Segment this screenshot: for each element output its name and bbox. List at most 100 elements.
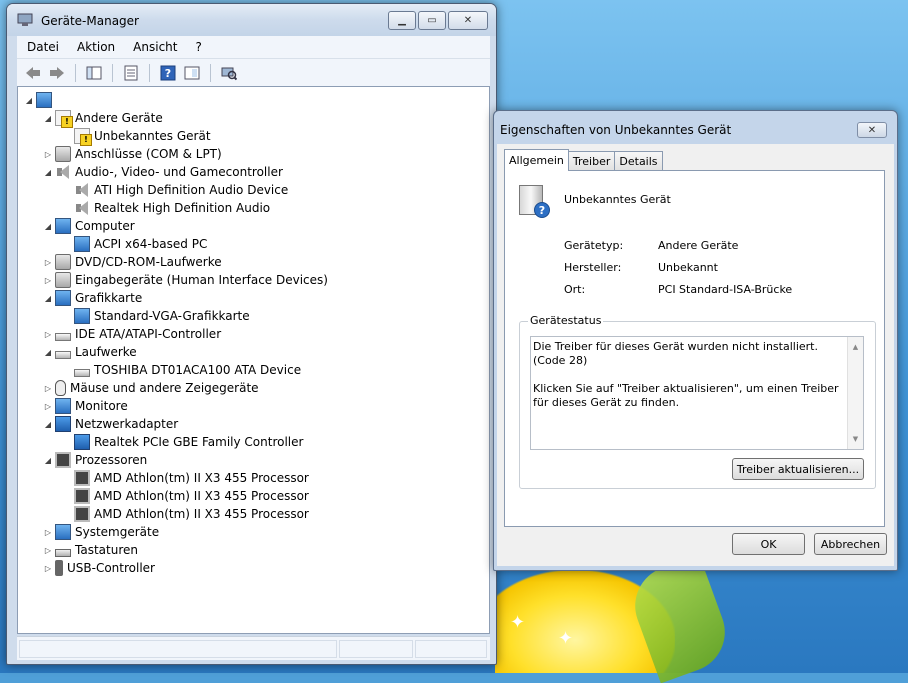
properties-button[interactable] [121, 63, 141, 83]
tree-label: Laufwerke [75, 345, 137, 359]
menu-view[interactable]: Ansicht [123, 40, 185, 54]
tree-device[interactable]: Unbekanntes Gerät [62, 127, 211, 146]
tree-label: Audio-, Video- und Gamecontroller [75, 165, 283, 179]
tree-category[interactable]: ▷ Mäuse und andere Zeigegeräte [43, 379, 259, 397]
collapse-arrow-icon[interactable]: ◢ [43, 163, 53, 181]
tree-label: USB-Controller [67, 561, 155, 575]
tree-category[interactable]: ◢ Netzwerkadapter [43, 415, 178, 433]
back-button[interactable] [23, 63, 43, 83]
tree-label: Realtek High Definition Audio [94, 201, 271, 215]
view-button[interactable] [182, 63, 202, 83]
expand-arrow-icon[interactable]: ▷ [43, 397, 53, 415]
expand-arrow-icon[interactable]: ▷ [43, 325, 53, 343]
tree-category[interactable]: ▷ Monitore [43, 397, 128, 415]
scan-hardware-icon [221, 67, 237, 80]
keyboard-icon [55, 548, 71, 557]
tree-category[interactable]: ◢ Prozessoren [43, 451, 147, 469]
collapse-arrow-icon[interactable]: ◢ [24, 91, 34, 109]
device-status-group: Gerätestatus Die Treiber für dieses Gerä… [519, 314, 876, 489]
tree-category[interactable]: ◢ Andere Geräte [43, 109, 163, 128]
status-cell [339, 640, 413, 658]
tree-category[interactable]: ▷ Tastaturen [43, 541, 138, 559]
maximize-button[interactable]: ▭ [418, 11, 446, 30]
tree-device[interactable]: Standard-VGA-Grafikkarte [62, 307, 250, 325]
tree-device[interactable]: Realtek PCIe GBE Family Controller [62, 433, 303, 451]
tree-category[interactable]: ◢ Audio-, Video- und Gamecontroller [43, 163, 283, 181]
tree-category[interactable]: ▷ Eingabegeräte (Human Interface Devices) [43, 271, 328, 289]
dialog-close-button[interactable]: ✕ [857, 122, 887, 138]
mouse-icon [55, 380, 66, 396]
tree-category[interactable]: ▷ USB-Controller [43, 559, 155, 577]
tree-device[interactable]: AMD Athlon(tm) II X3 455 Processor [62, 505, 309, 523]
expand-arrow-icon[interactable]: ▷ [43, 379, 53, 397]
menu-action[interactable]: Aktion [67, 40, 123, 54]
collapse-arrow-icon[interactable]: ◢ [43, 415, 53, 433]
collapse-arrow-icon[interactable]: ◢ [43, 217, 53, 235]
collapse-arrow-icon[interactable]: ◢ [43, 343, 53, 361]
menu-help[interactable]: ? [185, 40, 209, 54]
help-button[interactable]: ? [158, 63, 178, 83]
expand-arrow-icon[interactable]: ▷ [43, 145, 53, 163]
title-bar[interactable]: Geräte-Manager ▁ ▭ ✕ [7, 4, 496, 36]
tree-label: Monitore [75, 399, 128, 413]
tree-label: ATI High Definition Audio Device [94, 183, 289, 197]
tab-details[interactable]: Details [614, 151, 663, 171]
tree-root[interactable]: ◢ [24, 91, 56, 109]
tree-label: Andere Geräte [75, 111, 163, 125]
collapse-arrow-icon[interactable]: ◢ [43, 289, 53, 307]
minimize-button[interactable]: ▁ [388, 11, 416, 30]
manufacturer-label: Hersteller: [564, 261, 622, 274]
expand-arrow-icon[interactable]: ▷ [43, 253, 53, 271]
device-tree[interactable]: ◢ ◢ Andere Geräte Unbekanntes Gerät ▷ Anschlü… [17, 86, 490, 634]
cancel-button[interactable]: Abbrechen [814, 533, 887, 555]
tree-device[interactable]: ACPI x64-based PC [62, 235, 207, 253]
tree-category[interactable]: ◢ Laufwerke [43, 343, 137, 361]
collapse-arrow-icon[interactable]: ◢ [43, 109, 53, 127]
speaker-icon [55, 164, 71, 180]
tree-label: Prozessoren [75, 453, 148, 467]
computer-root-icon [36, 92, 52, 108]
tree-label: TOSHIBA DT01ACA100 ATA Device [94, 363, 302, 377]
tab-driver[interactable]: Treiber [567, 151, 616, 171]
scan-hardware-button[interactable] [219, 63, 239, 83]
svg-text:?: ? [165, 67, 171, 80]
tree-device[interactable]: ATI High Definition Audio Device [62, 181, 288, 199]
close-icon: ✕ [867, 124, 877, 136]
tree-category[interactable]: ◢ Computer [43, 217, 135, 235]
tree-device[interactable]: AMD Athlon(tm) II X3 455 Processor [62, 469, 309, 487]
show-hide-tree-button[interactable] [84, 63, 104, 83]
expand-arrow-icon[interactable]: ▷ [43, 523, 53, 541]
ok-button[interactable]: OK [732, 533, 805, 555]
collapse-arrow-icon[interactable]: ◢ [43, 451, 53, 469]
toolbar-separator [75, 63, 76, 82]
device-status-textbox[interactable]: Die Treiber für dieses Gerät wurden nich… [530, 336, 864, 450]
expand-arrow-icon[interactable]: ▷ [43, 271, 53, 289]
close-icon: ✕ [463, 15, 473, 26]
status-scrollbar[interactable]: ▲ ▼ [847, 337, 863, 449]
forward-button[interactable] [47, 63, 67, 83]
warning-device-icon [74, 128, 92, 146]
tab-general[interactable]: Allgemein [504, 149, 569, 171]
expand-arrow-icon[interactable]: ▷ [43, 541, 53, 559]
close-button[interactable]: ✕ [448, 11, 488, 30]
tree-device[interactable]: AMD Athlon(tm) II X3 455 Processor [62, 487, 309, 505]
tree-category[interactable]: ◢ Grafikkarte [43, 289, 142, 307]
tree-device[interactable]: TOSHIBA DT01ACA100 ATA Device [62, 361, 301, 379]
tree-label: AMD Athlon(tm) II X3 455 Processor [94, 471, 309, 485]
tree-label: IDE ATA/ATAPI-Controller [75, 327, 222, 341]
tree-category[interactable]: ▷ IDE ATA/ATAPI-Controller [43, 325, 221, 343]
tree-category[interactable]: ▷ Systemgeräte [43, 523, 159, 541]
location-label: Ort: [564, 283, 586, 296]
tree-category[interactable]: ▷ Anschlüsse (COM & LPT) [43, 145, 222, 163]
computer-icon [55, 218, 71, 234]
menu-file[interactable]: Datei [17, 40, 67, 54]
tree-category[interactable]: ▷ DVD/CD-ROM-Laufwerke [43, 253, 222, 271]
tree-device[interactable]: Realtek High Definition Audio [62, 199, 270, 217]
toolbar-separator [112, 63, 113, 82]
expand-arrow-icon[interactable]: ▷ [43, 559, 53, 577]
update-driver-button[interactable]: Treiber aktualisieren... [732, 458, 864, 480]
